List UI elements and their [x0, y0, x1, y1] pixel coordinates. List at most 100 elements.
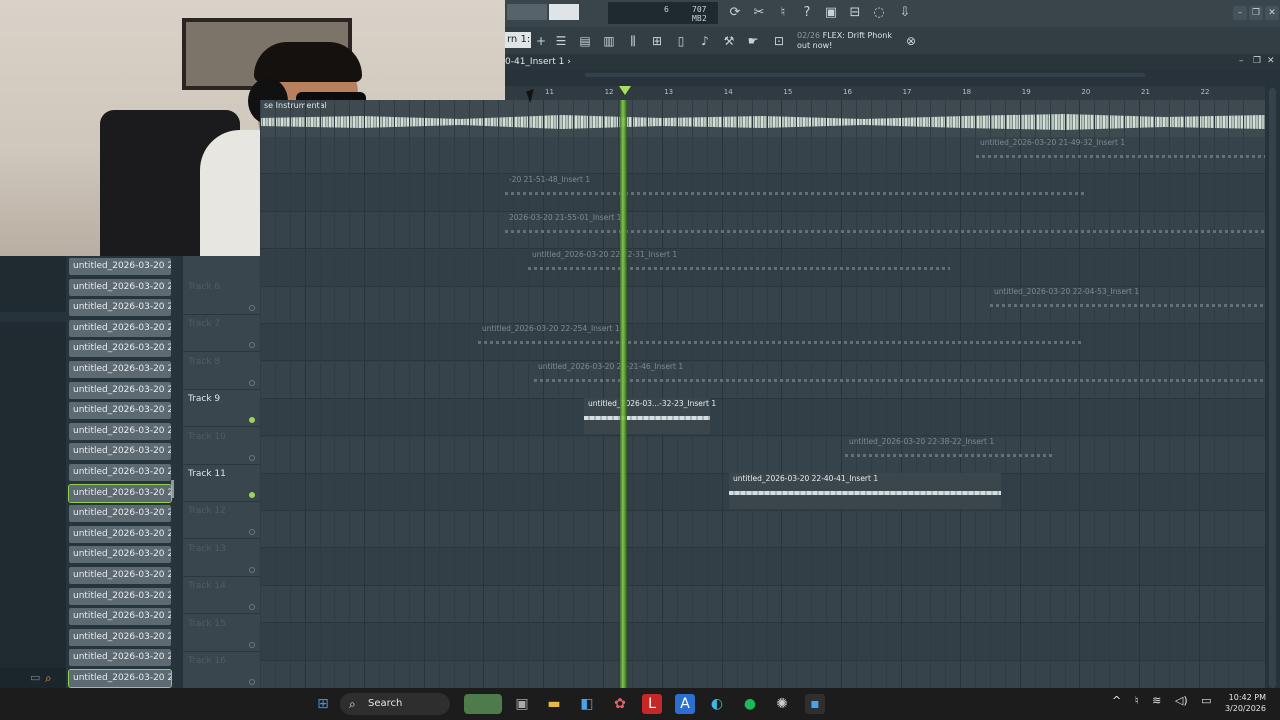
close-button[interactable]: ✕ [1265, 6, 1279, 20]
audio-clip[interactable]: untitled_2026-03-20 21-49-32_Insert 1 [976, 137, 1265, 173]
track-mute-indicator[interactable] [249, 529, 255, 536]
volume-icon[interactable]: ◁) [1175, 694, 1188, 707]
playlist-maximize-icon[interactable]: ❐ [1253, 56, 1261, 66]
browser-file-item[interactable]: untitled_2026-03-20 22-... [68, 483, 172, 503]
help-icon[interactable]: ? [797, 3, 817, 23]
scroll-thumb[interactable] [585, 73, 1145, 77]
battery-icon[interactable]: ▭ [1201, 694, 1211, 707]
cut-icon[interactable]: ✂ [749, 3, 769, 23]
vertical-scrollbar[interactable] [1265, 86, 1280, 688]
channel-rack-icon[interactable]: ▥ [599, 31, 619, 51]
track-lane[interactable] [260, 549, 1265, 586]
spotify-icon[interactable]: ● [740, 694, 760, 714]
panel-divider[interactable] [176, 256, 183, 688]
shop-icon[interactable]: ⊡ [769, 31, 789, 51]
track-header[interactable]: Track 13 [183, 540, 260, 577]
file-explorer-icon[interactable]: ▬ [544, 694, 564, 714]
browser-file-item[interactable]: untitled_2026-03-20 22-... [69, 278, 171, 296]
track-mute-indicator[interactable] [249, 454, 255, 461]
tray-mic-icon[interactable]: ♮ [1135, 694, 1139, 707]
playlist-minimize-icon[interactable]: – [1239, 56, 1244, 66]
add-pattern-icon[interactable]: + [531, 31, 551, 51]
audio-clip[interactable]: untitled_2026-03-20 22-254_Insert 1 [478, 323, 1082, 359]
song-position-marker[interactable] [619, 86, 631, 95]
plugin-icon[interactable]: ♪ [695, 31, 715, 51]
browser-file-item[interactable]: untitled_2026-03-20 22-... [69, 422, 171, 440]
browser-file-item[interactable]: untitled_2026-03-20 22-... [69, 340, 171, 358]
task-view-icon[interactable]: ▣ [512, 694, 532, 714]
mic-icon[interactable]: ♮ [773, 3, 793, 23]
news-close-icon[interactable]: ⊗ [901, 31, 921, 51]
track-mute-indicator[interactable] [249, 379, 255, 386]
edge-icon[interactable]: ◐ [707, 694, 727, 714]
wifi-icon[interactable]: ≋ [1152, 694, 1161, 707]
tools-icon[interactable]: ⚒ [719, 31, 739, 51]
app-a-icon[interactable]: A [675, 694, 695, 714]
pattern-selector[interactable]: rn 1: [505, 32, 531, 48]
horizontal-scrollbar[interactable] [505, 70, 1280, 86]
track-lane[interactable] [260, 661, 1265, 688]
app-l-icon[interactable]: L [642, 694, 662, 714]
track-lane[interactable] [260, 586, 1265, 624]
track-header[interactable]: Track 11 [183, 465, 260, 502]
instrumental-clip[interactable]: se Instrumental [260, 100, 1265, 137]
browser-file-item[interactable]: untitled_2026-03-20 22-... [69, 567, 171, 584]
audio-clip[interactable]: untitled_2026-03-20 22-04-53_Insert 1 [990, 286, 1265, 322]
browser-file-item[interactable]: untitled_2026-03-20 22-... [69, 628, 171, 646]
clock[interactable]: 10:42 PM 3/20/2026 [1222, 692, 1266, 714]
store-icon[interactable]: ◧ [577, 694, 597, 714]
audio-clip[interactable]: -20 21-51-48_Insert 1 [505, 174, 1085, 210]
touch-icon[interactable]: ☛ [743, 31, 763, 51]
playhead[interactable] [620, 100, 627, 688]
browser-file-item[interactable]: untitled_2026-03-20 22-... [69, 381, 171, 399]
audio-clip[interactable]: untitled_2026-03...-32-23_Insert 1 [584, 398, 716, 434]
plugin-picker-icon[interactable]: ▯ [671, 31, 691, 51]
audio-clip[interactable]: 2026-03-20 21-55-01_Insert 1 [505, 212, 1265, 248]
track-lane[interactable] [260, 511, 1265, 549]
download-icon[interactable]: ⇩ [895, 3, 915, 23]
browser-file-item[interactable]: untitled_2026-03-20 22-... [69, 258, 171, 275]
track-mute-indicator[interactable] [249, 417, 255, 424]
audio-clip[interactable]: untitled_2026-03-20 22-02-31_Insert 1 [528, 249, 950, 285]
browser-file-item[interactable]: untitled_2026-03-20 22-... [69, 299, 171, 317]
track-header[interactable]: Track 6 [183, 278, 260, 315]
playlist-close-icon[interactable]: ✕ [1267, 56, 1275, 66]
track-header[interactable]: Track 14 [183, 577, 260, 615]
browser-file-item[interactable]: untitled_2026-03-20 22-... [69, 587, 171, 605]
browser-scroll-thumb[interactable] [171, 480, 174, 498]
browser-file-item[interactable]: untitled_2026-03-20 22-... [69, 443, 171, 461]
browser-file-item[interactable]: untitled_2026-03-20 22-... [69, 319, 171, 337]
track-header[interactable]: Track 16 [183, 652, 260, 689]
mixer-icon[interactable]: ⊟ [845, 3, 865, 23]
track-header[interactable]: Track 8 [183, 353, 260, 390]
loop-icon[interactable]: ⟳ [725, 3, 745, 23]
track-mute-indicator[interactable] [249, 604, 255, 611]
track-lane[interactable] [260, 624, 1265, 661]
track-mute-indicator[interactable] [249, 342, 255, 349]
audio-clip[interactable]: untitled_2026-03-20 22-21-46_Insert 1 [534, 361, 1265, 397]
widgets-icon[interactable] [464, 694, 502, 714]
track-mute-indicator[interactable] [249, 492, 255, 498]
track-mute-indicator[interactable] [249, 305, 255, 311]
track-header[interactable]: Track 15 [183, 615, 260, 652]
browser-icon[interactable]: ⊞ [647, 31, 667, 51]
search-icon[interactable]: ⌕ [45, 671, 52, 686]
fl-studio-icon[interactable]: ▪ [805, 694, 825, 714]
playlist-icon[interactable]: ☰ [551, 31, 571, 51]
save-icon[interactable]: ▣ [821, 3, 841, 23]
taskbar-search[interactable]: ⌕ Search [340, 693, 450, 715]
news-panel[interactable]: 02/26 FLEX: Drift Phonk out now! [797, 31, 892, 51]
selected-folder[interactable] [0, 312, 66, 322]
audio-clip[interactable]: untitled_2026-03-20 22-38-22_Insert 1 [845, 436, 1052, 472]
browser-file-item[interactable]: untitled_2026-03-20 22-... [69, 525, 171, 543]
tray-chevron-icon[interactable]: ^ [1112, 694, 1121, 707]
vertical-scroll-thumb[interactable] [1269, 88, 1276, 688]
track-header[interactable]: Track 9 [183, 390, 260, 428]
browser-file-item[interactable]: untitled_2026-03-20 22-... [69, 464, 171, 481]
browser-file-item[interactable]: untitled_2026-03-20 22-... [69, 402, 171, 420]
chatgpt-icon[interactable]: ✺ [772, 694, 792, 714]
browser-file-item[interactable]: untitled_2026-03-20 22-... [69, 546, 171, 564]
browser-file-item[interactable]: untitled_2026-03-20 22-... [69, 361, 171, 378]
track-mute-indicator[interactable] [249, 679, 255, 685]
copilot-icon[interactable]: ✿ [610, 694, 630, 714]
